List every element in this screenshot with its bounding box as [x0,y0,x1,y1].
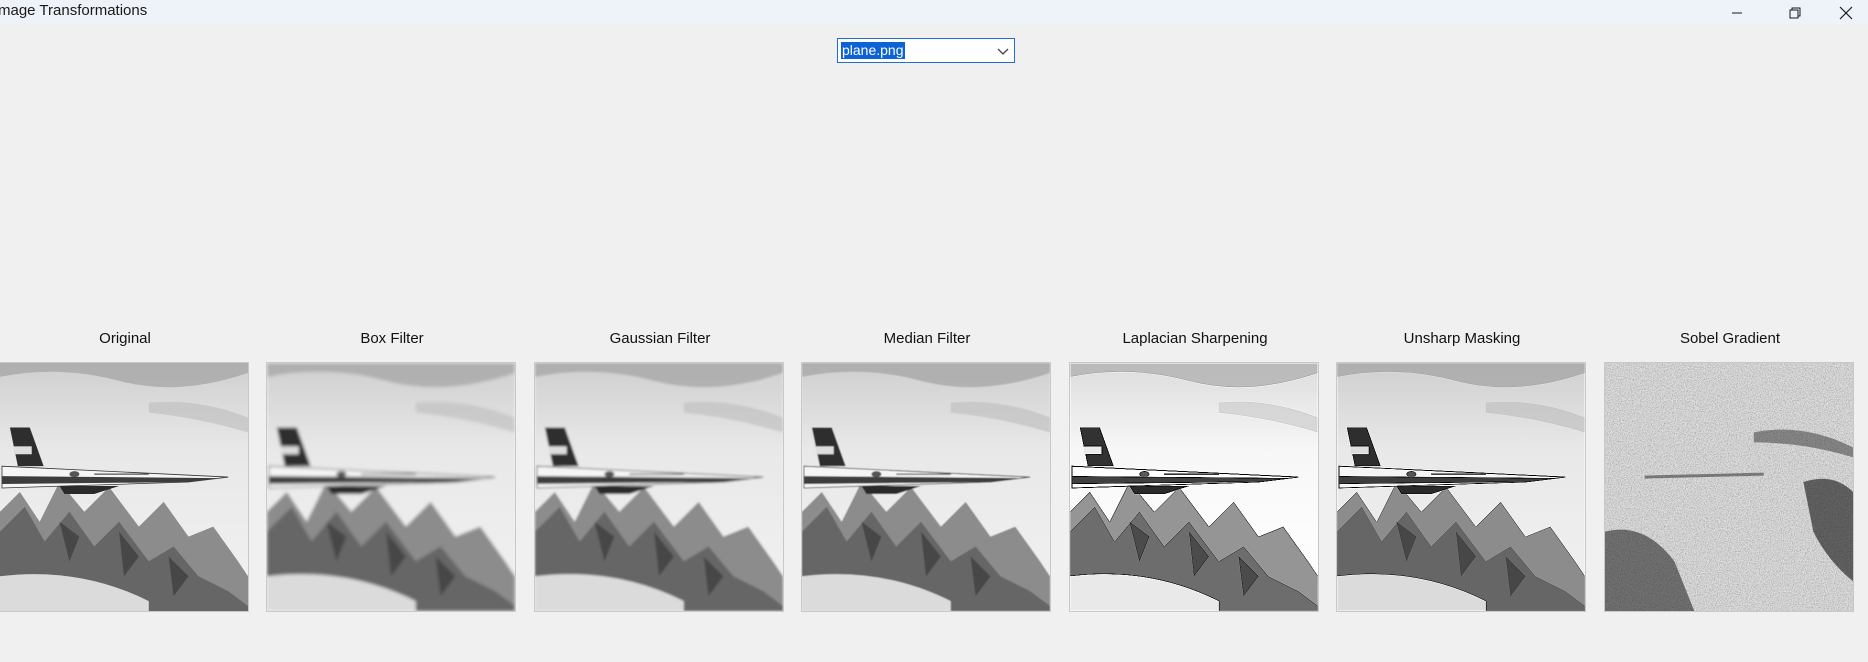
panel-label-median-filter: Median Filter [883,330,971,347]
close-icon [1839,6,1853,19]
panel-label-box-filter: Box Filter [360,330,424,347]
gaussian-filter-image [534,362,784,612]
panel-median-filter: Median Filter [801,330,1053,612]
image-file-select[interactable]: plane.png [837,38,1015,63]
unsharp-masking-image [1336,362,1586,612]
median-filter-image [801,362,1051,612]
laplacian-sharpening-image [1069,362,1319,612]
panel-original: Original [0,330,251,612]
panel-label-gaussian-filter: Gaussian Filter [609,330,711,347]
panel-unsharp-masking: Unsharp Masking [1336,330,1588,612]
panel-gaussian-filter: Gaussian Filter [534,330,786,612]
original-image [0,362,249,612]
restore-icon [1789,7,1801,18]
selected-file-name: plane.png [841,42,905,59]
sobel-gradient-image [1604,362,1854,612]
title-bar[interactable]: mage Transformations [0,0,1868,25]
minimize-icon [1732,12,1742,13]
box-filter-image [266,362,516,612]
panel-box-filter: Box Filter [266,330,518,612]
panel-label-original: Original [99,330,151,347]
panel-label-sobel-gradient: Sobel Gradient [1679,330,1781,347]
window-title: mage Transformations [0,2,148,19]
panel-label-unsharp-masking: Unsharp Masking [1403,330,1521,347]
chevron-down-icon[interactable] [996,44,1010,58]
panel-laplacian-sharpening: Laplacian Sharpening [1069,330,1321,612]
panel-sobel-gradient: Sobel Gradient [1604,330,1856,612]
minimize-button[interactable] [1708,0,1766,25]
close-button[interactable] [1824,0,1868,25]
app-window: mage Transformations plane.png Original [0,0,1868,662]
maximize-button[interactable] [1766,0,1824,25]
panel-label-laplacian-sharpening: Laplacian Sharpening [1122,330,1268,347]
